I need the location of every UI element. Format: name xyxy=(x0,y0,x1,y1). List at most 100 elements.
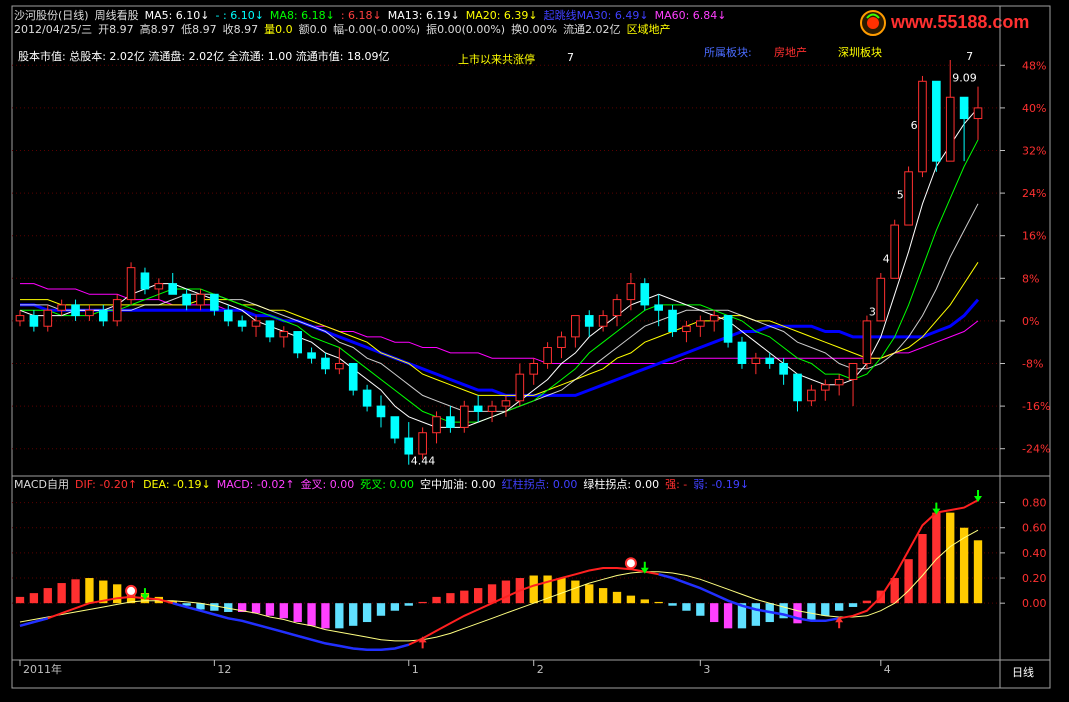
candle-body xyxy=(584,315,594,327)
macd-bar xyxy=(321,603,330,629)
cross-marker xyxy=(624,557,637,570)
candle-body xyxy=(723,315,733,343)
candle-body xyxy=(265,320,275,338)
candle-body xyxy=(335,363,344,370)
candle-body xyxy=(529,363,539,375)
candle-body xyxy=(459,405,469,428)
ma20-line xyxy=(20,262,979,396)
ma8-line xyxy=(20,139,979,423)
macd-bar xyxy=(432,596,441,604)
cross-marker xyxy=(125,584,138,597)
price-axis-label: 24% xyxy=(1022,187,1046,200)
macd-bar xyxy=(723,603,733,629)
candle-body xyxy=(848,363,858,380)
macd-bar xyxy=(113,584,122,604)
price-axis-label: 8% xyxy=(1022,272,1039,285)
candle-body xyxy=(321,357,330,370)
candle-body xyxy=(612,299,622,317)
candle-body xyxy=(126,267,136,301)
candle-body xyxy=(765,357,775,364)
macd-axis-label: 0.40 xyxy=(1022,547,1047,560)
candle-body xyxy=(571,315,580,338)
bottom-toolbar xyxy=(0,690,1069,702)
macd-bar xyxy=(57,583,66,604)
macd-bar xyxy=(529,575,538,604)
macd-bar xyxy=(918,534,927,604)
candle-body xyxy=(959,96,969,120)
macd-bar xyxy=(612,591,622,604)
x-axis-label: 1 xyxy=(412,663,419,676)
candle-body xyxy=(543,347,552,364)
candle-body xyxy=(668,309,677,333)
candle-body xyxy=(432,416,441,434)
x-axis-label: 4 xyxy=(884,663,891,676)
macd-bar xyxy=(557,578,566,604)
candle-body xyxy=(168,283,178,295)
price-annotation: 4.44 xyxy=(411,455,436,468)
candle-body xyxy=(404,437,414,455)
price-axis-label: -8% xyxy=(1022,358,1043,371)
price-axis-label: -16% xyxy=(1022,400,1050,413)
macd-bar xyxy=(307,603,316,626)
macd-axis-label: 0.60 xyxy=(1022,522,1047,535)
macd-bar xyxy=(446,593,455,604)
candle-body xyxy=(251,320,261,327)
ma60-line xyxy=(20,283,979,364)
candle-body xyxy=(696,320,705,327)
macd-bar xyxy=(710,603,719,623)
candle-body xyxy=(376,405,386,418)
macd-bar xyxy=(932,512,941,604)
macd-bar xyxy=(265,603,275,616)
candle-body xyxy=(98,309,108,322)
ma5-line xyxy=(19,107,979,428)
candle-body xyxy=(29,315,39,327)
chart-canvas: 48% 40% 32% 24% 16% 8% 0% -8% -16% -24% 0.80 0.60 0.… xyxy=(11,5,1051,689)
macd-axis-label: 0.80 xyxy=(1022,497,1047,510)
price-annotation: 6 xyxy=(911,119,918,132)
macd-bar xyxy=(43,588,52,604)
macd-bar xyxy=(501,580,511,604)
price-axis-label: 40% xyxy=(1022,102,1046,115)
macd-bar xyxy=(251,603,261,614)
candle-body xyxy=(446,416,455,428)
candle-body xyxy=(15,315,25,322)
candle-body xyxy=(473,405,483,412)
candle-body xyxy=(904,171,913,226)
candle-body xyxy=(876,277,886,322)
macd-bar xyxy=(293,603,302,623)
candle-body xyxy=(390,416,400,439)
macd-bar xyxy=(682,603,691,611)
x-axis-label: 3 xyxy=(703,663,710,676)
price-annotation: 9.09 xyxy=(952,71,977,84)
candle-body xyxy=(237,320,247,327)
macd-bar xyxy=(598,588,608,604)
candle-body xyxy=(487,405,497,412)
candle-body xyxy=(85,309,94,317)
candle-body xyxy=(820,384,830,391)
candle-body xyxy=(793,373,802,402)
macd-bar xyxy=(848,603,858,607)
candle-body xyxy=(751,357,761,364)
candle-body xyxy=(918,80,927,173)
macd-bar xyxy=(349,603,358,626)
price-axis-label: 48% xyxy=(1022,59,1046,72)
candle-body xyxy=(807,389,816,402)
candle-body xyxy=(196,293,205,306)
macd-axis-label: 0.20 xyxy=(1022,572,1047,585)
candle-body xyxy=(626,283,636,301)
candle-body xyxy=(43,309,53,327)
macd-bar xyxy=(418,601,427,604)
candle-body xyxy=(682,325,691,333)
macd-bar xyxy=(71,579,80,604)
candle-body xyxy=(515,373,525,402)
macd-bar xyxy=(279,603,288,619)
macd-bar xyxy=(585,584,594,604)
macd-bar xyxy=(654,601,663,604)
macd-bar xyxy=(460,590,469,604)
candle-body xyxy=(862,320,872,364)
period-label[interactable]: 日线 xyxy=(1012,664,1034,680)
candle-body xyxy=(348,363,358,391)
red-arrow-marker xyxy=(418,636,427,649)
macd-bar xyxy=(390,603,400,611)
x-axis-label: 2011年 xyxy=(23,662,62,676)
